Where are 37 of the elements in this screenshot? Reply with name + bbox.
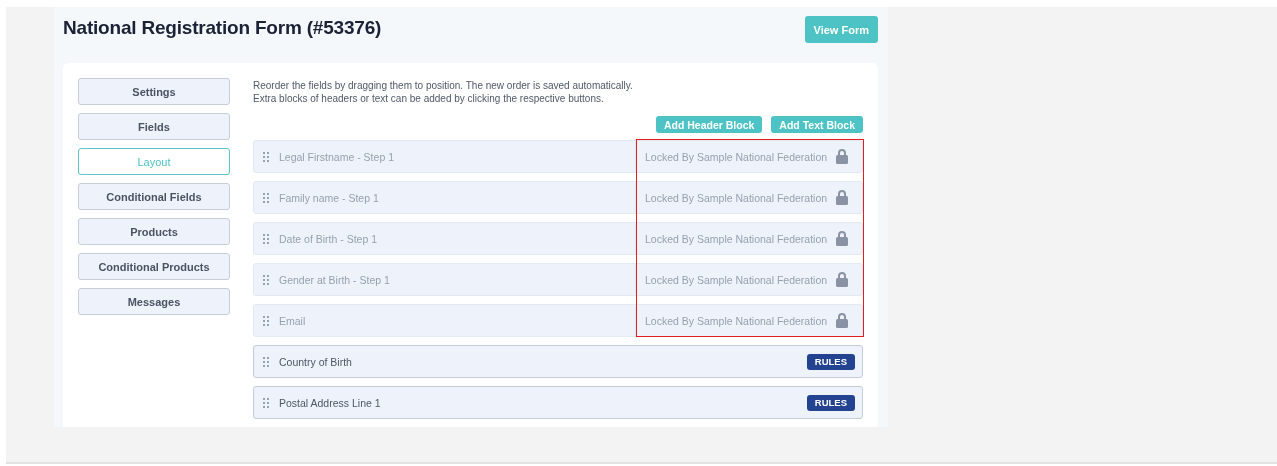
lock-icon (836, 190, 848, 205)
field-label: Legal Firstname - Step 1 (279, 150, 394, 163)
sidebar-tab[interactable]: Products (78, 218, 230, 245)
drag-handle-icon[interactable] (263, 233, 269, 244)
field-row[interactable]: Country of Birth RULES (253, 345, 863, 378)
lock-icon (836, 272, 848, 287)
field-label: Family name - Step 1 (279, 191, 379, 204)
drag-handle-icon[interactable] (263, 151, 269, 162)
drag-handle-icon[interactable] (263, 315, 269, 326)
drag-handle-icon[interactable] (263, 356, 269, 367)
field-row[interactable]: Postal Address Line 1 RULES (253, 386, 863, 419)
field-label: Date of Birth - Step 1 (279, 232, 378, 245)
field-label: Country of Birth (279, 355, 352, 368)
lock-icon (836, 313, 848, 328)
locked-note: Locked By Sample National Federation (645, 191, 829, 204)
sidebar-tab[interactable]: Conditional Products (78, 253, 230, 280)
lock-icon (836, 231, 848, 246)
sidebar-tab[interactable]: Settings (78, 78, 230, 105)
drag-handle-icon[interactable] (263, 274, 269, 285)
drag-handle-icon[interactable] (263, 397, 269, 408)
drag-handle-icon[interactable] (263, 192, 269, 203)
locked-note: Locked By Sample National Federation (645, 150, 829, 163)
field-label: Gender at Birth - Step 1 (279, 273, 390, 286)
lock-icon (836, 149, 848, 164)
sidebar-tab[interactable]: Conditional Fields (78, 183, 230, 210)
locked-note: Locked By Sample National Federation (645, 232, 829, 245)
rules-button[interactable]: RULES (806, 353, 855, 370)
rules-button[interactable]: RULES (806, 394, 855, 411)
locked-note: Locked By Sample National Federation (645, 273, 829, 286)
sidebar-tab[interactable]: Messages (78, 288, 230, 315)
instruction-text: Extra blocks of headers or text can be added by clicking the respective buttons. (253, 92, 605, 105)
instruction-text: Reorder the fields by dragging them to position. The new order is saved automatically. (253, 79, 634, 92)
sidebar-tab[interactable]: Fields (78, 113, 230, 140)
field-label: Postal Address Line 1 (279, 396, 381, 409)
field-label: Email (279, 314, 306, 327)
locked-note: Locked By Sample National Federation (645, 314, 829, 327)
page-title: National Registration Form (#53376) (63, 17, 382, 39)
